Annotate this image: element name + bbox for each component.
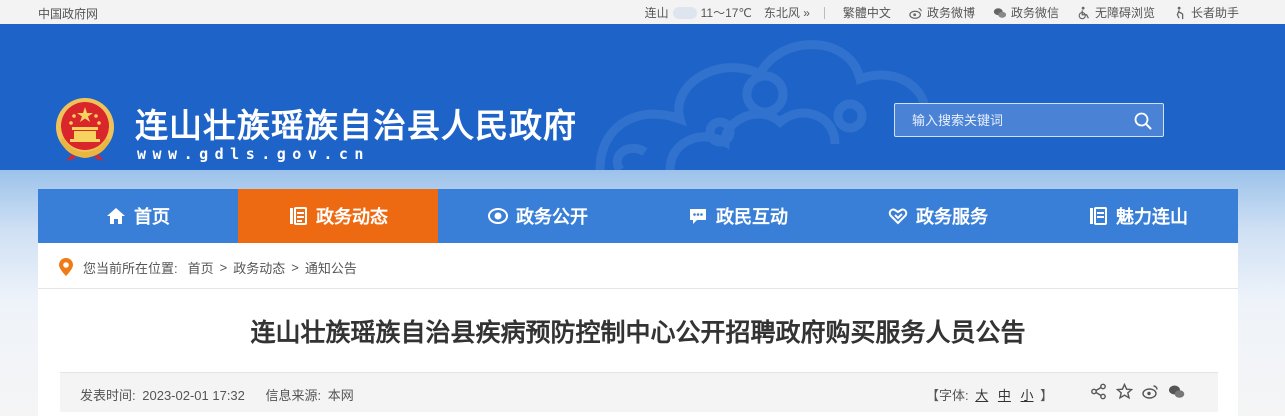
share-tools: [1090, 383, 1194, 400]
breadcrumb-separator: >: [291, 259, 299, 275]
china-gov-link[interactable]: 中国政府网: [38, 5, 98, 22]
search-input[interactable]: [895, 104, 1125, 136]
font-small-button[interactable]: 小: [1021, 388, 1034, 403]
weibo-icon[interactable]: [1142, 383, 1159, 400]
breadcrumb: 您当前所在位置: 首页 > 政务动态 > 通知公告: [58, 257, 357, 277]
nav-item-gov-open[interactable]: 政务公开: [438, 189, 638, 243]
home-icon: [107, 208, 125, 224]
accessibility-label: 无障碍浏览: [1094, 6, 1155, 20]
font-size-label: 【字体:: [926, 388, 969, 403]
nav-item-label: 政民互动: [716, 207, 788, 227]
star-icon[interactable]: [1116, 383, 1133, 400]
breadcrumb-notice[interactable]: 通知公告: [305, 258, 357, 277]
weibo-icon: [909, 7, 922, 19]
nav-item-label: 政务服务: [916, 207, 988, 227]
chat-icon: [690, 209, 706, 224]
elder-icon: [1176, 6, 1184, 19]
nav-item-label: 魅力连山: [1116, 207, 1188, 227]
site-domain: www.gdls.gov.cn: [137, 145, 370, 163]
nav-item-label: 首页: [134, 207, 170, 227]
source-label: 信息来源:: [265, 388, 322, 403]
location-pin-icon: [59, 258, 73, 276]
search-icon[interactable]: [1133, 111, 1153, 131]
nav-item-gov-service[interactable]: 政务服务: [838, 189, 1038, 243]
elder-assistant-link[interactable]: 长者助手: [1173, 4, 1239, 21]
nav-item-label: 政务动态: [316, 207, 388, 227]
article-title: 连山壮族瑶族自治县疾病预防控制中心公开招聘政府购买服务人员公告: [250, 318, 1026, 347]
weibo-label: 政务微博: [926, 6, 975, 20]
article-meta: 发表时间: 2023-02-01 17:32 信息来源: 本网: [80, 385, 357, 404]
site-title: 连山壮族瑶族自治县人民政府: [135, 106, 577, 145]
heart-hand-icon: [888, 208, 908, 225]
top-bar: 中国政府网 连山 11～17℃ 东北风 » 繁體中文 政务微博 政务微信 无障碍…: [0, 0, 1285, 24]
eye-icon: [488, 208, 508, 224]
weather-city: 连山: [644, 6, 669, 20]
search-box: [894, 103, 1164, 137]
weibo-link[interactable]: 政务微博: [909, 4, 975, 21]
divider: [823, 6, 825, 19]
national-emblem-logo: [56, 98, 114, 161]
font-size-close: 】: [1040, 388, 1054, 403]
publish-time-label: 发表时间:: [80, 388, 136, 403]
nav-item-charm-lianshan[interactable]: 魅力连山: [1038, 189, 1238, 243]
nav-item-home[interactable]: 首页: [38, 189, 238, 243]
wechat-icon[interactable]: [1168, 383, 1185, 400]
source-value: 本网: [327, 388, 354, 403]
accessibility-link[interactable]: 无障碍浏览: [1077, 4, 1155, 21]
publish-time: 2023-02-01 17:32: [142, 388, 245, 403]
font-size-switcher: 【字体: 大 中 小 】: [926, 385, 1053, 404]
content-panel: 您当前所在位置: 首页 > 政务动态 > 通知公告 连山壮族瑶族自治县疾病预防控…: [38, 243, 1238, 416]
list-icon: [290, 207, 307, 225]
traditional-chinese-link[interactable]: 繁體中文: [843, 4, 891, 21]
nav-item-label: 政务公开: [516, 207, 588, 227]
book-icon: [1090, 207, 1107, 225]
wechat-label: 政务微信: [1010, 6, 1059, 20]
main-nav: 首页 政务动态 政务公开 政民互动 政务服务 魅力连山: [38, 189, 1238, 243]
nav-item-gov-news[interactable]: 政务动态: [238, 189, 438, 243]
font-large-button[interactable]: 大: [975, 388, 988, 403]
breadcrumb-separator: >: [219, 259, 228, 275]
top-bar-right: 连山 11～17℃ 东北风 » 繁體中文 政务微博 政务微信 无障碍浏览 长者助…: [645, 4, 1239, 21]
nav-item-interaction[interactable]: 政民互动: [638, 189, 838, 243]
share-icon[interactable]: [1090, 383, 1107, 400]
weather-wind[interactable]: 东北风 »: [764, 4, 810, 21]
weather-temperature: 11～17℃: [700, 6, 752, 20]
breadcrumb-prefix: 您当前所在位置:: [83, 260, 178, 276]
breadcrumb-home[interactable]: 首页: [188, 258, 214, 277]
cloud-pattern-decoration: [595, 40, 930, 170]
header-banner: 连山壮族瑶族自治县人民政府 www.gdls.gov.cn: [0, 24, 1285, 170]
cloud-icon: [672, 6, 697, 19]
weather: 连山 11～17℃ 东北风 »: [645, 4, 810, 21]
wechat-icon: [993, 7, 1007, 18]
article-meta-bar: 发表时间: 2023-02-01 17:32 信息来源: 本网 【字体: 大 中…: [60, 372, 1218, 412]
font-medium-button[interactable]: 中: [998, 388, 1011, 403]
wheelchair-icon: [1078, 6, 1089, 19]
breadcrumb-gov-news[interactable]: 政务动态: [233, 258, 285, 277]
wechat-link[interactable]: 政务微信: [993, 4, 1059, 21]
elder-assistant-label: 长者助手: [1190, 6, 1239, 20]
divider: [38, 288, 1238, 289]
